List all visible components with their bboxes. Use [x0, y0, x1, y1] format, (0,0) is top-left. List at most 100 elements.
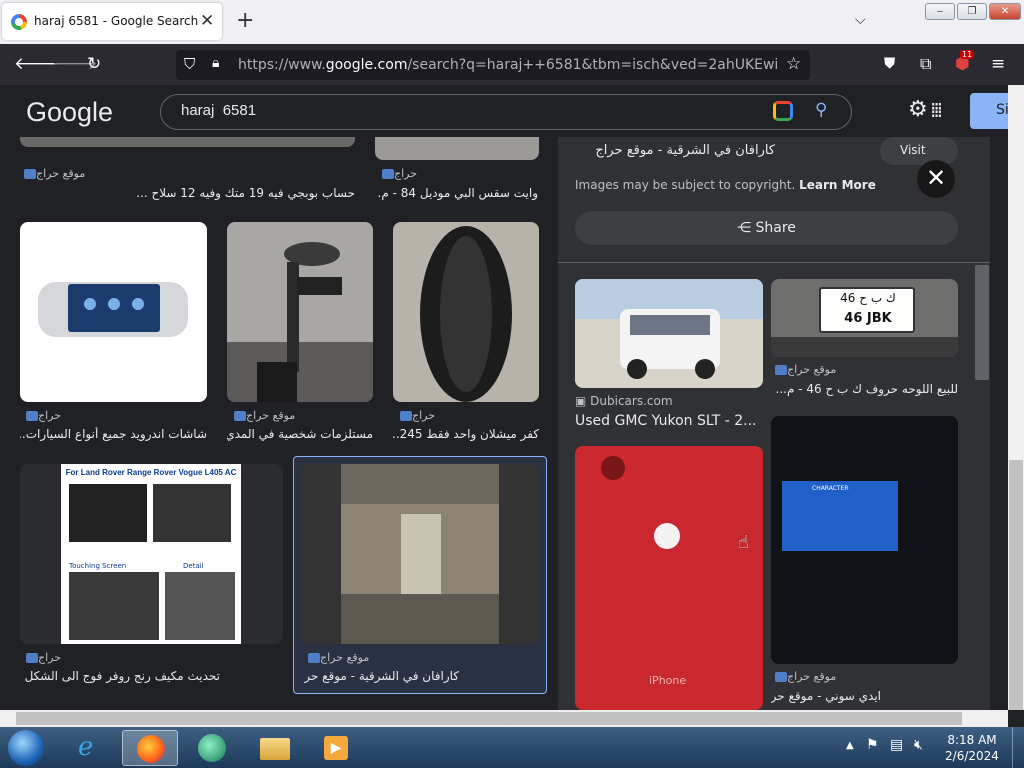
result-source[interactable]: موقع حراج — [20, 167, 355, 180]
selected-result-caravan[interactable]: موقع حراج كارافان في الشرقية - موقع حراج — [293, 456, 547, 694]
taskbar-media-player[interactable]: ▶ — [308, 730, 364, 766]
tv-screen-image: CHARACTER — [779, 478, 901, 554]
tv-screen-text: CHARACTER — [812, 485, 849, 492]
taskbar-explorer[interactable] — [246, 730, 302, 766]
copyright-notice: Images may be subject to copyright. Lear… — [575, 178, 876, 192]
show-desktop-button[interactable] — [1012, 727, 1024, 768]
firefox-icon — [137, 735, 165, 763]
result-source[interactable]: حراج — [396, 409, 539, 422]
plate-latin: 46 JBK — [844, 311, 892, 326]
tab-close-icon[interactable]: ✕ — [200, 11, 214, 31]
tab-bar: haraj 6581 - Google Search ✕ + ⌵ ‒ ❐ ✕ — [0, 0, 1024, 44]
taskbar-app[interactable] — [184, 730, 240, 766]
menu-hamburger-icon[interactable]: ≡ — [991, 54, 1005, 74]
address-bar[interactable]: ⛉ 🔒︎ https://www.google.com/search?q=har… — [176, 50, 810, 80]
dubicars-favicon-icon: ▣ — [575, 394, 591, 408]
related-thumb-plate[interactable]: ك ب ح 46 46 JBK — [771, 279, 958, 357]
action-center-flag-icon[interactable]: ⚑ — [866, 737, 879, 753]
iphone-label: iPhone — [649, 674, 687, 687]
panel-scrollbar[interactable] — [975, 265, 989, 380]
media-player-icon: ▶ — [324, 736, 348, 760]
white-suv-image — [575, 279, 763, 379]
pocket-icon[interactable]: ⛊ — [884, 54, 895, 72]
result-title[interactable]: كارافان في الشرقية - موقع حراج — [304, 669, 459, 683]
new-tab-button[interactable]: + — [236, 8, 254, 33]
result-title[interactable]: شاشات اندرويد جميع أنواع السيارات... — [20, 427, 207, 441]
ad-label-touch: Touching Screen — [69, 562, 127, 570]
result-source[interactable]: حراج — [378, 167, 538, 180]
url-text[interactable]: https://www.google.com/search?q=haraj++6… — [238, 57, 778, 73]
panel-title[interactable]: كارافان في الشرقية - موقع حراج — [575, 143, 775, 161]
result-title[interactable]: مستلزمات شخصية في المدي... — [227, 427, 373, 441]
taskbar-internet-explorer[interactable]: ℯ — [62, 730, 118, 766]
taskbar-firefox[interactable] — [122, 730, 178, 766]
tracking-shield-icon[interactable]: ⛉ — [184, 55, 195, 73]
result-thumb-treadmill[interactable] — [227, 222, 373, 402]
search-icon[interactable]: ⚲ — [815, 100, 827, 120]
google-logo[interactable]: Google — [26, 97, 113, 128]
lock-icon[interactable]: 🔒︎ — [212, 55, 219, 71]
network-icon[interactable]: ▤ — [890, 737, 903, 753]
app-circle-icon — [198, 734, 226, 762]
extensions-puzzle-icon[interactable]: ⧉ — [920, 54, 931, 74]
window-close-button[interactable]: ✕ — [989, 3, 1021, 20]
list-all-tabs-chevron-icon[interactable]: ⌵ — [855, 12, 866, 28]
reload-icon[interactable]: ↻ — [87, 54, 101, 74]
result-source[interactable]: حراج — [22, 409, 207, 422]
visit-button[interactable]: Visit — [880, 137, 958, 165]
tab-google-search[interactable]: haraj 6581 - Google Search ✕ — [2, 3, 222, 40]
related-thumb-gmc[interactable] — [575, 279, 763, 388]
result-source[interactable]: موقع حراج — [230, 409, 373, 422]
result-thumb-truck[interactable] — [375, 137, 539, 160]
result-title[interactable]: للبيع اللوحه حروف ك ب ح 46 - م... — [771, 382, 959, 396]
result-title[interactable]: حساب بوبجي فيه 19 متك وفيه 12 سلاح ... — [20, 186, 355, 200]
result-source[interactable]: حراج — [22, 651, 282, 664]
system-clock[interactable]: 8:18 AM 2/6/2024 — [940, 732, 1004, 764]
related-thumb-iphone[interactable]: iPhone — [575, 446, 763, 710]
result-source[interactable]: موقع حراج — [771, 363, 958, 376]
google-favicon-icon — [11, 14, 27, 30]
maximize-button[interactable]: ❐ — [957, 3, 987, 20]
navigation-toolbar: 🡐 🡒 ↻ ⛉ 🔒︎ https://www.google.com/search… — [0, 44, 1024, 85]
related-thumb-tv[interactable]: CHARACTER — [771, 416, 958, 664]
close-panel-button[interactable]: ✕ — [917, 160, 955, 198]
result-source[interactable]: موقع حراج — [304, 651, 540, 664]
show-hidden-icons-icon[interactable]: ▲ — [846, 740, 854, 751]
hand-cursor-icon: ☝ — [738, 532, 749, 553]
result-title[interactable]: كفر ميشلان واحد فقط 245... — [393, 427, 539, 441]
caravan-room-image — [341, 464, 499, 644]
search-input[interactable] — [181, 102, 741, 119]
result-title[interactable]: وايت سقس البي موديل 84 - م... — [378, 186, 538, 200]
result-thumb-range-rover-ac[interactable]: For Land Rover Range Rover Vogue L405 AC… — [20, 464, 283, 644]
search-box[interactable]: ⚲ — [160, 94, 852, 130]
extension-badge: 11 — [960, 50, 975, 59]
page-vertical-scroll-thumb[interactable] — [1009, 460, 1023, 710]
ad-heading: For Land Rover Range Rover Vogue L405 AC — [65, 468, 237, 477]
plate-arabic: ك ب ح 46 — [840, 291, 896, 305]
google-lens-icon[interactable] — [773, 101, 793, 121]
result-title[interactable]: ايدي سوني - موقع حراج — [771, 689, 881, 703]
learn-more-link[interactable]: Learn More — [799, 178, 876, 192]
minimize-button[interactable]: ‒ — [925, 3, 955, 20]
result-thumb-car-screen[interactable] — [20, 222, 207, 402]
result-thumb-tire[interactable] — [393, 222, 539, 402]
result-thumb-caravan[interactable] — [301, 464, 539, 644]
share-button[interactable]: ⋲ Share — [575, 211, 958, 245]
image-preview-panel: كارافان في الشرقية - موقع حراج Visit Ima… — [558, 137, 990, 710]
range-rover-ad-image: For Land Rover Range Rover Vogue L405 AC… — [61, 464, 241, 644]
red-iphone-image — [575, 446, 763, 710]
clock-date: 2/6/2024 — [945, 749, 999, 763]
volume-muted-icon[interactable]: 🔇︎ — [914, 737, 923, 753]
result-thumb-pubg[interactable] — [20, 137, 355, 147]
result-source[interactable]: ▣ Dubicars.com — [575, 394, 673, 408]
settings-gear-icon[interactable]: ⚙ — [908, 97, 928, 122]
start-button[interactable] — [8, 730, 44, 766]
bookmark-star-icon[interactable]: ☆ — [786, 54, 801, 74]
license-plate-image: ك ب ح 46 46 JBK — [819, 287, 915, 333]
apps-grid-icon[interactable]: ⁞⁞⁞ — [930, 98, 943, 122]
result-title[interactable]: تحديث مكيف رنج روفر فوج الى الشكل ... — [20, 669, 220, 683]
result-source[interactable]: موقع حراج — [771, 670, 958, 683]
panel-divider — [558, 262, 990, 263]
result-title[interactable]: Used GMC Yukon SLT - 2... — [575, 413, 756, 429]
page-horizontal-scroll-thumb[interactable] — [16, 712, 962, 725]
